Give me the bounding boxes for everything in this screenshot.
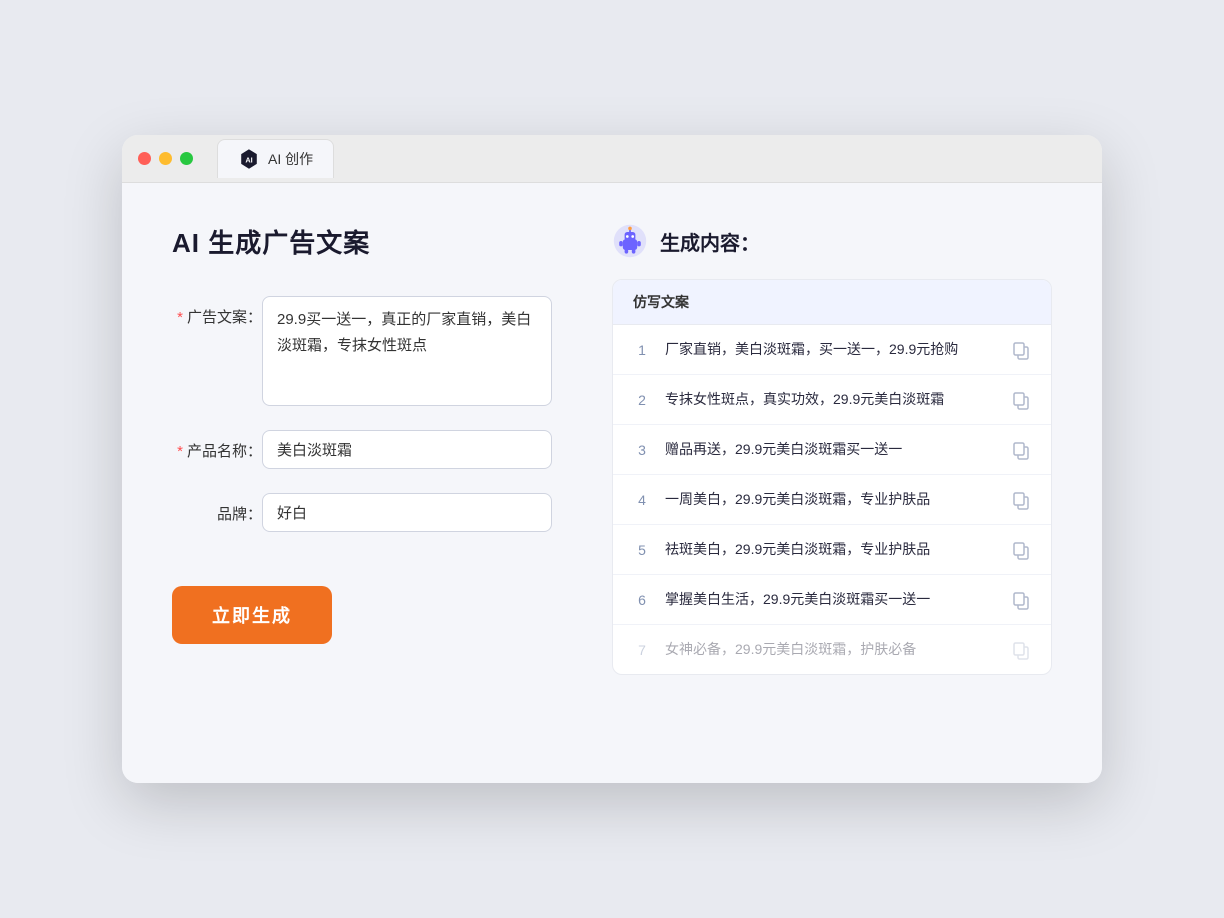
ad-copy-group: *广告文案： 29.9买一送一，真正的厂家直销，美白淡斑霜，专抹女性斑点 <box>172 296 552 406</box>
result-header: 生成内容： <box>612 223 1052 259</box>
minimize-button[interactable] <box>159 152 172 165</box>
row-text: 赠品再送，29.9元美白淡斑霜买一送一 <box>665 439 997 460</box>
generate-button[interactable]: 立即生成 <box>172 586 332 644</box>
row-number: 2 <box>633 392 651 408</box>
traffic-lights <box>138 152 193 165</box>
browser-tab[interactable]: AI AI 创作 <box>217 139 334 178</box>
row-number: 7 <box>633 642 651 658</box>
table-row: 7 女神必备，29.9元美白淡斑霜，护肤必备 <box>613 625 1051 674</box>
table-row: 2 专抹女性斑点，真实功效，29.9元美白淡斑霜 <box>613 375 1051 425</box>
row-text: 女神必备，29.9元美白淡斑霜，护肤必备 <box>665 639 997 660</box>
copy-icon[interactable] <box>1011 640 1031 660</box>
product-name-label: *产品名称： <box>172 430 262 461</box>
copy-icon[interactable] <box>1011 340 1031 360</box>
brand-group: 品牌： <box>172 493 552 532</box>
row-text: 专抹女性斑点，真实功效，29.9元美白淡斑霜 <box>665 389 997 410</box>
brand-label: 品牌： <box>172 493 262 524</box>
tab-label: AI 创作 <box>268 149 313 169</box>
product-name-group: *产品名称： <box>172 430 552 469</box>
table-header: 仿写文案 <box>613 280 1051 325</box>
page-title: AI 生成广告文案 <box>172 223 552 260</box>
ad-copy-input[interactable]: 29.9买一送一，真正的厂家直销，美白淡斑霜，专抹女性斑点 <box>262 296 552 406</box>
row-number: 1 <box>633 342 651 358</box>
browser-window: AI AI 创作 AI 生成广告文案 *广告文案： 29.9买一送一，真正的厂家… <box>122 135 1102 783</box>
row-text: 厂家直销，美白淡斑霜，买一送一，29.9元抢购 <box>665 339 997 360</box>
ai-tab-icon: AI <box>238 148 260 170</box>
row-number: 5 <box>633 542 651 558</box>
row-number: 6 <box>633 592 651 608</box>
left-panel: AI 生成广告文案 *广告文案： 29.9买一送一，真正的厂家直销，美白淡斑霜，… <box>172 223 552 644</box>
copy-icon[interactable] <box>1011 590 1031 610</box>
table-row: 5 祛斑美白，29.9元美白淡斑霜，专业护肤品 <box>613 525 1051 575</box>
table-row: 6 掌握美白生活，29.9元美白淡斑霜买一送一 <box>613 575 1051 625</box>
svg-text:AI: AI <box>245 156 252 165</box>
robot-icon <box>612 223 648 259</box>
ad-copy-label: *广告文案： <box>172 296 262 327</box>
titlebar: AI AI 创作 <box>122 135 1102 183</box>
result-title: 生成内容： <box>660 227 760 256</box>
result-table: 仿写文案 1 厂家直销，美白淡斑霜，买一送一，29.9元抢购 2 专抹女性斑点，… <box>612 279 1052 675</box>
row-text: 掌握美白生活，29.9元美白淡斑霜买一送一 <box>665 589 997 610</box>
required-star-2: * <box>177 443 183 460</box>
copy-icon[interactable] <box>1011 390 1031 410</box>
maximize-button[interactable] <box>180 152 193 165</box>
row-number: 3 <box>633 442 651 458</box>
product-name-input[interactable] <box>262 430 552 469</box>
copy-icon[interactable] <box>1011 540 1031 560</box>
copy-icon[interactable] <box>1011 440 1031 460</box>
right-panel: 生成内容： 仿写文案 1 厂家直销，美白淡斑霜，买一送一，29.9元抢购 2 专… <box>612 223 1052 675</box>
row-number: 4 <box>633 492 651 508</box>
required-star-1: * <box>177 309 183 326</box>
row-text: 一周美白，29.9元美白淡斑霜，专业护肤品 <box>665 489 997 510</box>
table-row: 4 一周美白，29.9元美白淡斑霜，专业护肤品 <box>613 475 1051 525</box>
main-layout: AI 生成广告文案 *广告文案： 29.9买一送一，真正的厂家直销，美白淡斑霜，… <box>172 223 1052 675</box>
close-button[interactable] <box>138 152 151 165</box>
copy-icon[interactable] <box>1011 490 1031 510</box>
row-text: 祛斑美白，29.9元美白淡斑霜，专业护肤品 <box>665 539 997 560</box>
table-row: 1 厂家直销，美白淡斑霜，买一送一，29.9元抢购 <box>613 325 1051 375</box>
browser-content: AI 生成广告文案 *广告文案： 29.9买一送一，真正的厂家直销，美白淡斑霜，… <box>122 183 1102 783</box>
brand-input[interactable] <box>262 493 552 532</box>
table-row: 3 赠品再送，29.9元美白淡斑霜买一送一 <box>613 425 1051 475</box>
